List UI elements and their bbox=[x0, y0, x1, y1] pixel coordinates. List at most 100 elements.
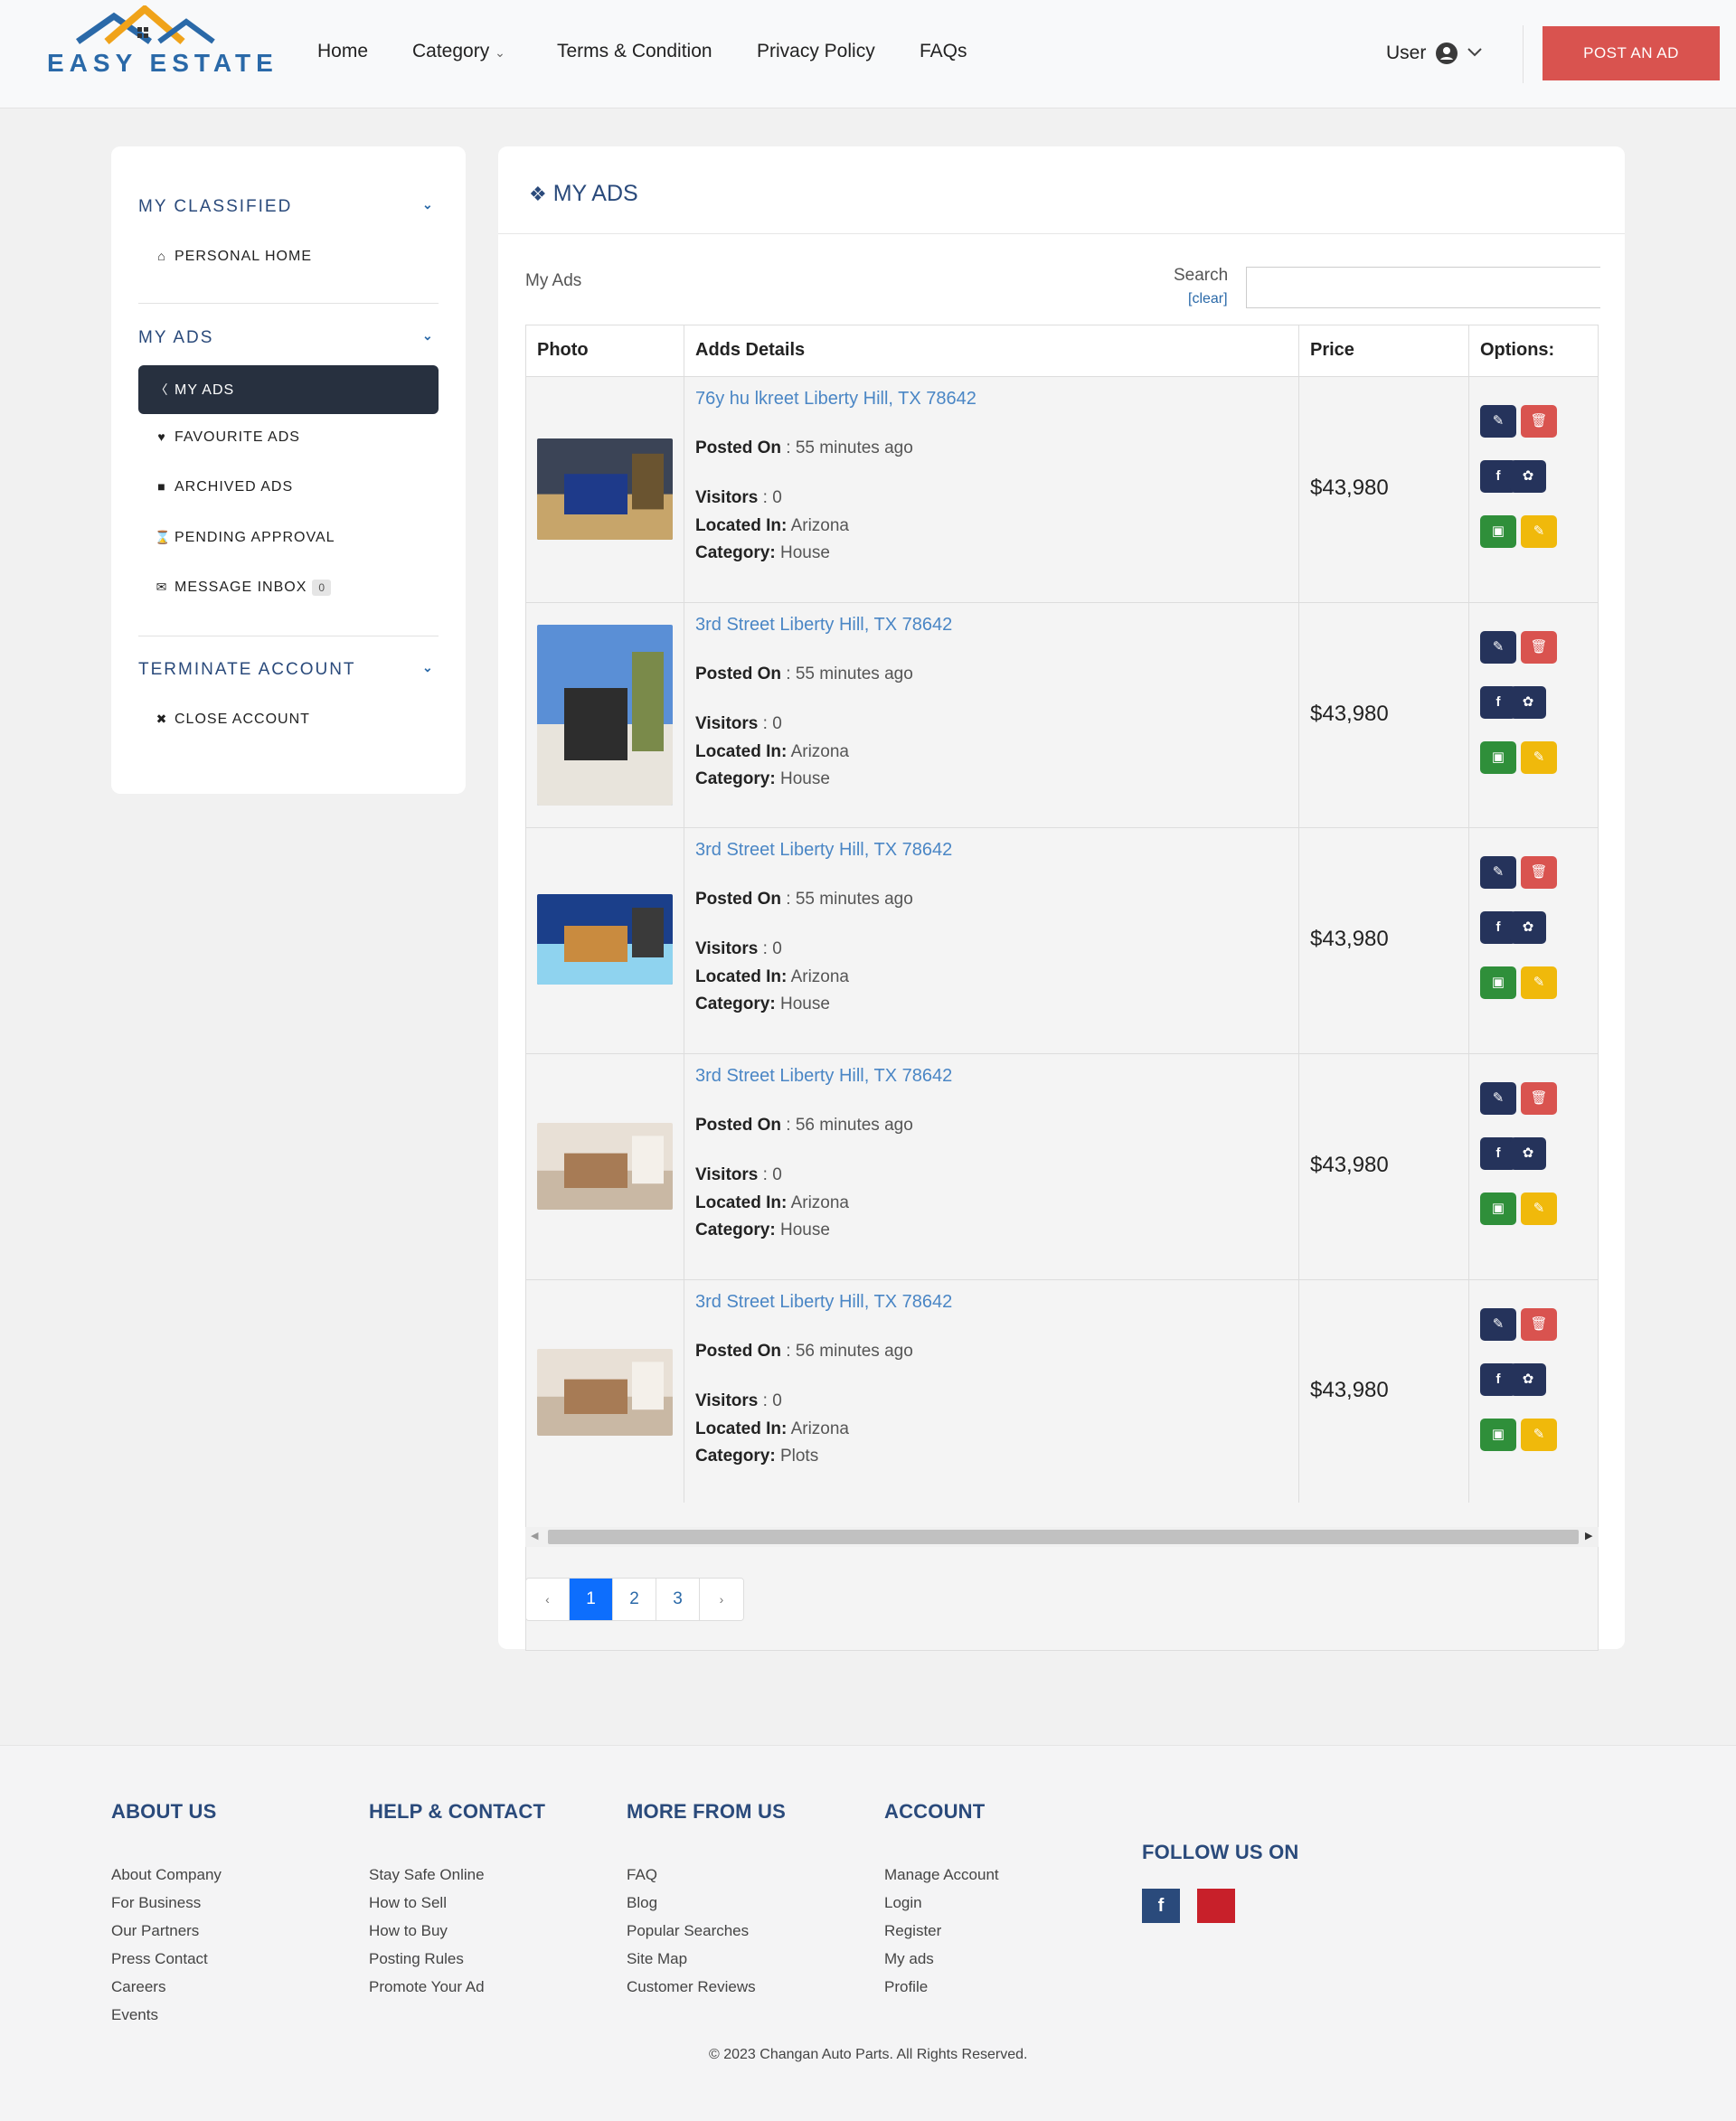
footer-link[interactable]: Events bbox=[111, 2006, 158, 2024]
pagination-page-2[interactable]: 2 bbox=[613, 1579, 656, 1620]
ad-title-link[interactable]: 76y hu lkreet Liberty Hill, TX 78642 bbox=[695, 389, 976, 410]
ad-price: $43,980 bbox=[1310, 702, 1389, 726]
ad-title-link[interactable]: 3rd Street Liberty Hill, TX 78642 bbox=[695, 1066, 952, 1087]
scroll-right-arrow-icon[interactable]: ▶ bbox=[1585, 1530, 1592, 1541]
search-clear-link[interactable]: [clear] bbox=[1188, 291, 1228, 307]
edit-alt-icon[interactable]: ✎ bbox=[1521, 1419, 1557, 1451]
footer-link[interactable]: Posting Rules bbox=[369, 1950, 464, 1968]
footer-link[interactable]: Popular Searches bbox=[627, 1922, 749, 1940]
twitter-share-icon[interactable]: ✿ bbox=[1510, 1363, 1546, 1396]
footer-heading-follow: FOLLOW US ON bbox=[1142, 1841, 1299, 1863]
sidebar-heading-my-ads[interactable]: MY ADS bbox=[138, 328, 213, 348]
pagination-page-3[interactable]: 3 bbox=[656, 1579, 700, 1620]
edit-icon[interactable]: ✎ bbox=[1480, 1082, 1516, 1115]
nav-home[interactable]: Home bbox=[317, 41, 368, 62]
sidebar-item-favourite[interactable]: ♥ FAVOURITE ADS bbox=[155, 429, 300, 446]
twitter-share-icon[interactable]: ✿ bbox=[1510, 686, 1546, 719]
twitter-share-icon[interactable]: ✿ bbox=[1510, 1137, 1546, 1170]
sidebar-item-label: MY ADS bbox=[175, 382, 235, 398]
ad-title-link[interactable]: 3rd Street Liberty Hill, TX 78642 bbox=[695, 1292, 952, 1313]
ad-photo[interactable] bbox=[537, 894, 673, 985]
footer-link[interactable]: Stay Safe Online bbox=[369, 1866, 485, 1884]
edit-alt-icon[interactable]: ✎ bbox=[1521, 515, 1557, 548]
ad-photo[interactable] bbox=[537, 438, 673, 540]
edit-icon[interactable]: ✎ bbox=[1480, 405, 1516, 438]
footer-link[interactable]: Manage Account bbox=[884, 1866, 999, 1884]
nav-faqs[interactable]: FAQs bbox=[920, 41, 967, 62]
sidebar-item-my-ads[interactable]: 〈 MY ADS bbox=[138, 365, 439, 414]
scrollbar-thumb[interactable] bbox=[548, 1530, 1579, 1544]
trash-icon[interactable]: 🗑 bbox=[1521, 1082, 1557, 1115]
twitter-share-icon[interactable]: ✿ bbox=[1510, 911, 1546, 944]
ad-photo[interactable] bbox=[537, 1349, 673, 1436]
image-icon[interactable]: ▣ bbox=[1480, 1419, 1516, 1451]
footer-link[interactable]: Site Map bbox=[627, 1950, 687, 1968]
footer-link[interactable]: Register bbox=[884, 1922, 941, 1940]
edit-icon[interactable]: ✎ bbox=[1480, 631, 1516, 664]
image-icon[interactable]: ▣ bbox=[1480, 515, 1516, 548]
trash-icon[interactable]: 🗑 bbox=[1521, 631, 1557, 664]
chevron-down-icon[interactable]: ⌄ bbox=[422, 197, 433, 212]
sidebar-item-close-account[interactable]: ✖ CLOSE ACCOUNT bbox=[155, 712, 310, 728]
footer-link[interactable]: How to Buy bbox=[369, 1922, 448, 1940]
user-menu-label[interactable]: User bbox=[1386, 42, 1426, 64]
edit-icon[interactable]: ✎ bbox=[1480, 856, 1516, 889]
ad-title-link[interactable]: 3rd Street Liberty Hill, TX 78642 bbox=[695, 840, 952, 861]
user-circle-icon[interactable] bbox=[1436, 42, 1458, 64]
footer-link[interactable]: Profile bbox=[884, 1978, 928, 1996]
ad-visitors: Visitors : 0 bbox=[695, 1165, 782, 1185]
chevron-down-icon[interactable]: ⌄ bbox=[422, 660, 433, 675]
search-input[interactable] bbox=[1246, 267, 1600, 308]
details-cell: 3rd Street Liberty Hill, TX 78642 Posted … bbox=[684, 828, 1299, 1053]
chevron-down-icon[interactable]: ⌄ bbox=[422, 328, 433, 344]
nav-terms[interactable]: Terms & Condition bbox=[557, 41, 712, 62]
horizontal-scrollbar[interactable]: ◀ ▶ bbox=[525, 1527, 1599, 1547]
brand-name[interactable]: EASY ESTATE bbox=[47, 49, 278, 78]
category-value: House bbox=[779, 543, 830, 562]
ad-photo[interactable] bbox=[537, 625, 673, 806]
sidebar-heading-classified[interactable]: MY CLASSIFIED bbox=[138, 197, 292, 217]
pagination-prev[interactable]: ‹ bbox=[526, 1579, 570, 1620]
trash-icon[interactable]: 🗑 bbox=[1521, 856, 1557, 889]
category-value: House bbox=[779, 1221, 830, 1240]
nav-category[interactable]: Category ⌄ bbox=[412, 41, 505, 62]
edit-alt-icon[interactable]: ✎ bbox=[1521, 966, 1557, 999]
footer-link[interactable]: FAQ bbox=[627, 1866, 657, 1884]
user-chevron-down-icon[interactable] bbox=[1467, 43, 1483, 64]
image-icon[interactable]: ▣ bbox=[1480, 966, 1516, 999]
footer-link[interactable]: Promote Your Ad bbox=[369, 1978, 485, 1996]
sidebar-item-pending[interactable]: ⌛ PENDING APPROVAL bbox=[155, 530, 335, 546]
trash-icon[interactable]: 🗑 bbox=[1521, 1308, 1557, 1341]
youtube-icon[interactable] bbox=[1197, 1889, 1235, 1923]
sidebar-heading-terminate[interactable]: TERMINATE ACCOUNT bbox=[138, 660, 356, 680]
footer-link[interactable]: About Company bbox=[111, 1866, 222, 1884]
post-ad-button[interactable]: POST AN AD bbox=[1543, 26, 1720, 80]
scroll-left-arrow-icon[interactable]: ◀ bbox=[531, 1530, 538, 1541]
image-icon[interactable]: ▣ bbox=[1480, 741, 1516, 774]
footer-link[interactable]: For Business bbox=[111, 1894, 201, 1912]
footer-link[interactable]: Our Partners bbox=[111, 1922, 199, 1940]
footer-link[interactable]: Press Contact bbox=[111, 1950, 208, 1968]
twitter-share-icon[interactable]: ✿ bbox=[1510, 460, 1546, 493]
ad-title-link[interactable]: 3rd Street Liberty Hill, TX 78642 bbox=[695, 615, 952, 636]
ad-photo[interactable] bbox=[537, 1123, 673, 1210]
facebook-icon[interactable]: f bbox=[1142, 1889, 1180, 1923]
pagination-page-1[interactable]: 1 bbox=[570, 1579, 613, 1620]
trash-icon[interactable]: 🗑 bbox=[1521, 405, 1557, 438]
footer-link[interactable]: My ads bbox=[884, 1950, 934, 1968]
nav-privacy[interactable]: Privacy Policy bbox=[757, 41, 875, 62]
footer-link[interactable]: Careers bbox=[111, 1978, 165, 1996]
sidebar-item-personal-home[interactable]: ⌂ PERSONAL HOME bbox=[155, 249, 312, 265]
footer-link[interactable]: How to Sell bbox=[369, 1894, 447, 1912]
footer-link[interactable]: Login bbox=[884, 1894, 922, 1912]
nav-category-label: Category bbox=[412, 41, 490, 61]
sidebar-item-archived[interactable]: ■ ARCHIVED ADS bbox=[155, 479, 293, 495]
edit-icon[interactable]: ✎ bbox=[1480, 1308, 1516, 1341]
sidebar-item-inbox[interactable]: ✉ MESSAGE INBOX 0 bbox=[155, 580, 332, 596]
image-icon[interactable]: ▣ bbox=[1480, 1192, 1516, 1225]
edit-alt-icon[interactable]: ✎ bbox=[1521, 1192, 1557, 1225]
pagination-next[interactable]: › bbox=[700, 1579, 743, 1620]
footer-link[interactable]: Blog bbox=[627, 1894, 657, 1912]
footer-link[interactable]: Customer Reviews bbox=[627, 1978, 756, 1996]
edit-alt-icon[interactable]: ✎ bbox=[1521, 741, 1557, 774]
